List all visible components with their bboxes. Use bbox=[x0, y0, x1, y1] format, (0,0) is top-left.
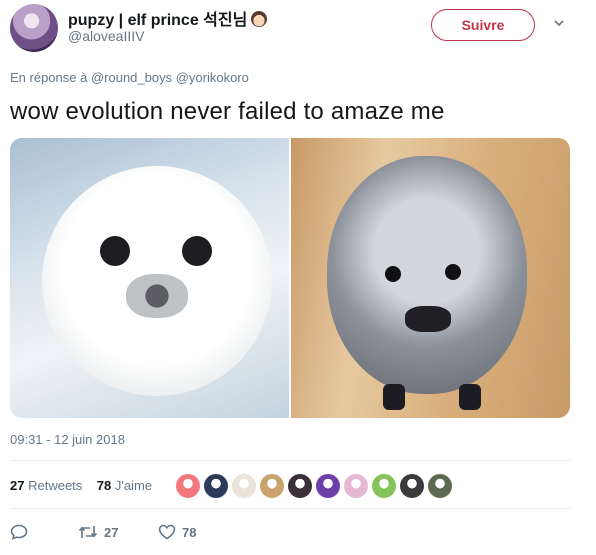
liker-avatar-7[interactable] bbox=[344, 474, 368, 498]
reply-button[interactable] bbox=[10, 524, 78, 540]
tweet-text: wow evolution never failed to amaze me bbox=[10, 98, 445, 125]
seal-left-eye bbox=[100, 236, 130, 266]
seal-shape bbox=[42, 166, 272, 396]
mention-link[interactable]: @round_boys bbox=[91, 70, 172, 85]
seal-photo[interactable] bbox=[10, 138, 289, 418]
mention-link[interactable]: @yorikokoro bbox=[176, 70, 249, 85]
liker-avatar-6[interactable] bbox=[316, 474, 340, 498]
profile-avatar[interactable] bbox=[10, 4, 58, 52]
woman-emoji-icon bbox=[251, 11, 268, 27]
likes-label: J'aime bbox=[114, 478, 153, 493]
divider bbox=[10, 460, 570, 461]
liker-avatar-9[interactable] bbox=[400, 474, 424, 498]
reply-icon bbox=[10, 524, 28, 540]
liker-avatar-8[interactable] bbox=[372, 474, 396, 498]
like-button[interactable]: 78 bbox=[158, 524, 196, 540]
chevron-down-icon[interactable] bbox=[554, 18, 564, 28]
tweet-actions: 27 78 bbox=[10, 524, 196, 540]
dog-shape bbox=[327, 156, 527, 394]
likes-count: 78 bbox=[96, 478, 112, 493]
display-name-text: pupzy | elf prince 석진님 bbox=[68, 12, 248, 29]
dog-photo[interactable] bbox=[291, 138, 570, 418]
retweets-label: Retweets bbox=[28, 478, 83, 493]
follow-button[interactable]: Suivre bbox=[431, 9, 535, 41]
dog-left-eye bbox=[385, 266, 401, 282]
divider bbox=[10, 508, 570, 509]
liker-avatar-4[interactable] bbox=[260, 474, 284, 498]
dog-mouth bbox=[405, 306, 451, 332]
tweet-stats: 27 Retweets 78 J'aime bbox=[10, 478, 152, 493]
liker-avatar-3[interactable] bbox=[232, 474, 256, 498]
dog-right-eye bbox=[445, 264, 461, 280]
liker-avatar-1[interactable] bbox=[176, 474, 200, 498]
seal-nose bbox=[126, 274, 188, 318]
display-name[interactable]: pupzy | elf prince 석진님 bbox=[68, 6, 268, 30]
liker-avatar-10[interactable] bbox=[428, 474, 452, 498]
likes-stat[interactable]: 78 J'aime bbox=[97, 478, 152, 493]
reply-context: En réponse à @round_boys @yorikokoro bbox=[10, 70, 249, 85]
seal-right-eye bbox=[182, 236, 212, 266]
retweet-count: 27 bbox=[104, 524, 119, 540]
reply-prefix: En réponse à bbox=[10, 70, 88, 85]
heart-icon bbox=[158, 524, 176, 540]
like-count: 78 bbox=[182, 524, 197, 540]
likers-avatar-row bbox=[176, 474, 452, 498]
liker-avatar-5[interactable] bbox=[288, 474, 312, 498]
dog-right-leg bbox=[459, 384, 481, 410]
liker-avatar-2[interactable] bbox=[204, 474, 228, 498]
media-grid bbox=[10, 138, 570, 418]
retweets-stat[interactable]: 27 Retweets bbox=[10, 478, 82, 493]
retweet-icon bbox=[78, 526, 98, 538]
user-handle[interactable]: @aloveaIIIV bbox=[68, 28, 144, 44]
dog-left-leg bbox=[383, 384, 405, 410]
tweet-timestamp[interactable]: 09:31 - 12 juin 2018 bbox=[10, 432, 125, 447]
retweets-count: 27 bbox=[10, 478, 25, 493]
retweet-button[interactable]: 27 bbox=[78, 524, 158, 540]
